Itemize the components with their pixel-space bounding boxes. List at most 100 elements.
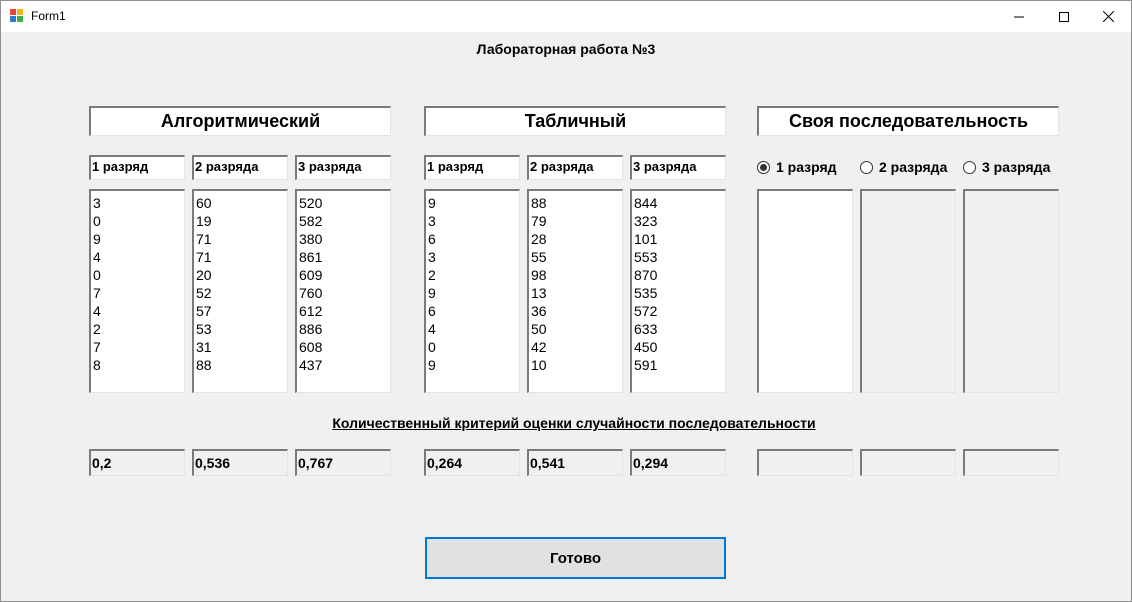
close-icon [1102, 11, 1114, 22]
listbox-custom-2 [860, 189, 956, 393]
minimize-icon [1014, 16, 1024, 17]
list-item[interactable]: 13 [531, 284, 622, 302]
page-title: Лабораторная работа №3 [476, 41, 656, 57]
column-label-alg-2: 2 разряда [192, 155, 288, 180]
window-title: Form1 [31, 9, 66, 23]
listbox-alg-1[interactable]: 3094074278 [89, 189, 185, 393]
close-button[interactable] [1085, 1, 1131, 32]
list-item[interactable]: 844 [634, 194, 725, 212]
list-item[interactable]: 437 [299, 356, 390, 374]
list-item[interactable]: 2 [428, 266, 519, 284]
result-alg-1: 0,2 [89, 449, 185, 476]
list-item[interactable]: 88 [531, 194, 622, 212]
radio-3-digits[interactable]: 3 разряда [963, 159, 1050, 175]
list-item[interactable]: 608 [299, 338, 390, 356]
list-item[interactable]: 50 [531, 320, 622, 338]
list-item[interactable]: 8 [93, 356, 184, 374]
list-item[interactable]: 450 [634, 338, 725, 356]
list-item[interactable]: 9 [428, 194, 519, 212]
list-item[interactable]: 9 [93, 230, 184, 248]
list-item[interactable]: 57 [196, 302, 287, 320]
listbox-alg-2[interactable]: 60 19 71 71 20 52 57 53 31 88 [192, 189, 288, 393]
list-item[interactable]: 20 [196, 266, 287, 284]
radio-2-digits[interactable]: 2 разряда [860, 159, 947, 175]
column-label-tab-2: 2 разряда [527, 155, 623, 180]
list-item[interactable]: 3 [428, 248, 519, 266]
list-item[interactable]: 19 [196, 212, 287, 230]
list-item[interactable]: 55 [531, 248, 622, 266]
radio-label: 3 разряда [982, 159, 1051, 175]
done-button[interactable]: Готово [425, 537, 726, 579]
list-item[interactable]: 0 [93, 212, 184, 230]
list-item[interactable]: 71 [196, 248, 287, 266]
listbox-tab-2[interactable]: 88 79 28 55 98 13 36 50 42 10 [527, 189, 623, 393]
list-item[interactable]: 42 [531, 338, 622, 356]
list-item[interactable]: 0 [93, 266, 184, 284]
result-custom-2 [860, 449, 956, 476]
result-tab-1: 0,264 [424, 449, 520, 476]
minimize-button[interactable] [996, 1, 1042, 32]
list-item[interactable]: 52 [196, 284, 287, 302]
list-item[interactable]: 7 [93, 284, 184, 302]
list-item[interactable]: 612 [299, 302, 390, 320]
result-alg-2: 0,536 [192, 449, 288, 476]
list-item[interactable]: 633 [634, 320, 725, 338]
listbox-tab-3[interactable]: 844 323 101 553 870 535 572 633 450 591 [630, 189, 726, 393]
list-item[interactable]: 101 [634, 230, 725, 248]
result-tab-3: 0,294 [630, 449, 726, 476]
list-item[interactable]: 870 [634, 266, 725, 284]
result-tab-2: 0,541 [527, 449, 623, 476]
list-item[interactable]: 535 [634, 284, 725, 302]
section-header-algorithmic: Алгоритмический [89, 106, 391, 136]
list-item[interactable]: 4 [93, 248, 184, 266]
list-item[interactable]: 0 [428, 338, 519, 356]
list-item[interactable]: 10 [531, 356, 622, 374]
list-item[interactable]: 98 [531, 266, 622, 284]
column-label-alg-3: 3 разряда [295, 155, 391, 180]
result-alg-3: 0,767 [295, 449, 391, 476]
listbox-tab-1[interactable]: 9363296409 [424, 189, 520, 393]
radio-checked-icon [757, 160, 770, 174]
list-item[interactable]: 553 [634, 248, 725, 266]
list-item[interactable]: 582 [299, 212, 390, 230]
list-item[interactable]: 6 [428, 230, 519, 248]
list-item[interactable]: 53 [196, 320, 287, 338]
maximize-button[interactable] [1041, 1, 1087, 32]
listbox-custom-1[interactable] [757, 189, 853, 393]
list-item[interactable]: 323 [634, 212, 725, 230]
list-item[interactable]: 6 [428, 302, 519, 320]
list-item[interactable]: 71 [196, 230, 287, 248]
list-item[interactable]: 36 [531, 302, 622, 320]
list-item[interactable]: 861 [299, 248, 390, 266]
list-item[interactable]: 3 [93, 194, 184, 212]
section-header-custom: Своя последовательность [757, 106, 1059, 136]
result-custom-1 [757, 449, 853, 476]
listbox-alg-3[interactable]: 520 582 380 861 609 760 612 886 608 437 [295, 189, 391, 393]
radio-unchecked-icon [963, 160, 976, 174]
list-item[interactable]: 31 [196, 338, 287, 356]
list-item[interactable]: 886 [299, 320, 390, 338]
list-item[interactable]: 7 [93, 338, 184, 356]
list-item[interactable]: 4 [93, 302, 184, 320]
list-item[interactable]: 9 [428, 356, 519, 374]
list-item[interactable]: 609 [299, 266, 390, 284]
list-item[interactable]: 3 [428, 212, 519, 230]
list-item[interactable]: 4 [428, 320, 519, 338]
title-bar: Form1 [1, 1, 1131, 32]
list-item[interactable]: 28 [531, 230, 622, 248]
column-label-tab-3: 3 разряда [630, 155, 726, 180]
radio-1-digit[interactable]: 1 разряд [757, 159, 837, 175]
radio-unchecked-icon [860, 160, 873, 174]
list-item[interactable]: 591 [634, 356, 725, 374]
list-item[interactable]: 9 [428, 284, 519, 302]
list-item[interactable]: 60 [196, 194, 287, 212]
list-item[interactable]: 380 [299, 230, 390, 248]
list-item[interactable]: 572 [634, 302, 725, 320]
list-item[interactable]: 760 [299, 284, 390, 302]
list-item[interactable]: 2 [93, 320, 184, 338]
list-item[interactable]: 520 [299, 194, 390, 212]
list-item[interactable]: 88 [196, 356, 287, 374]
maximize-icon [1059, 11, 1069, 22]
radio-label: 2 разряда [879, 159, 948, 175]
list-item[interactable]: 79 [531, 212, 622, 230]
